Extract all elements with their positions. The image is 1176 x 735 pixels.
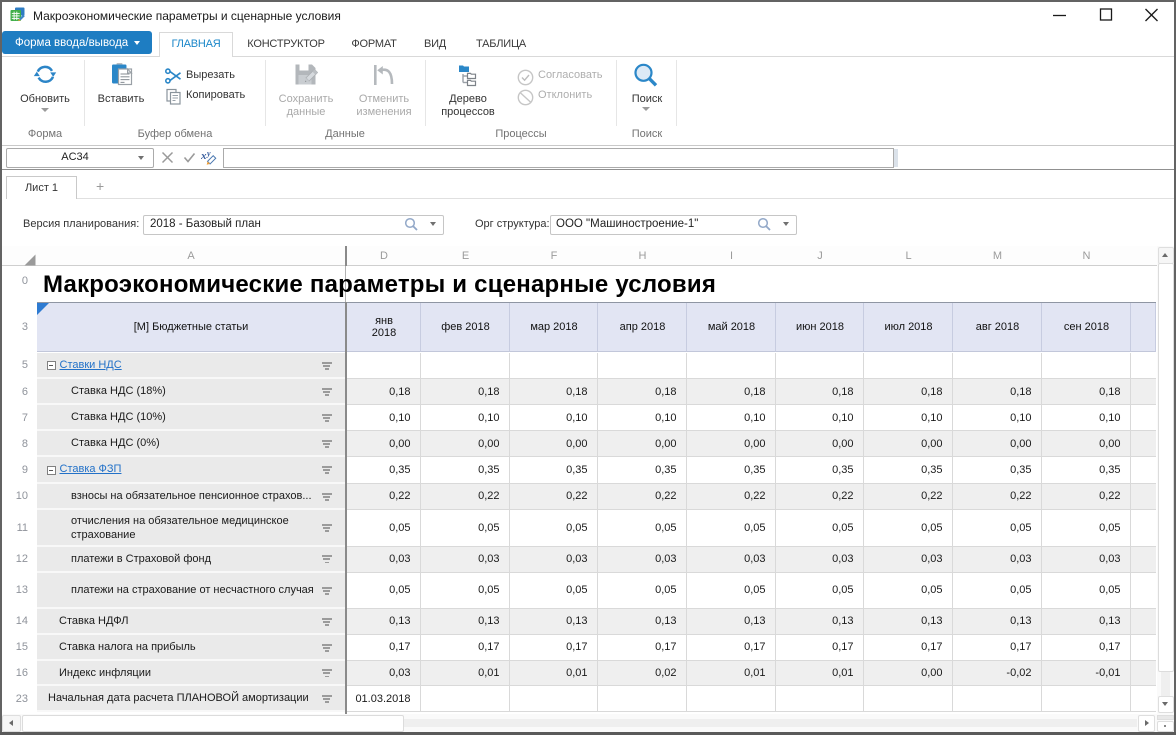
svg-text:y: y <box>206 149 211 158</box>
